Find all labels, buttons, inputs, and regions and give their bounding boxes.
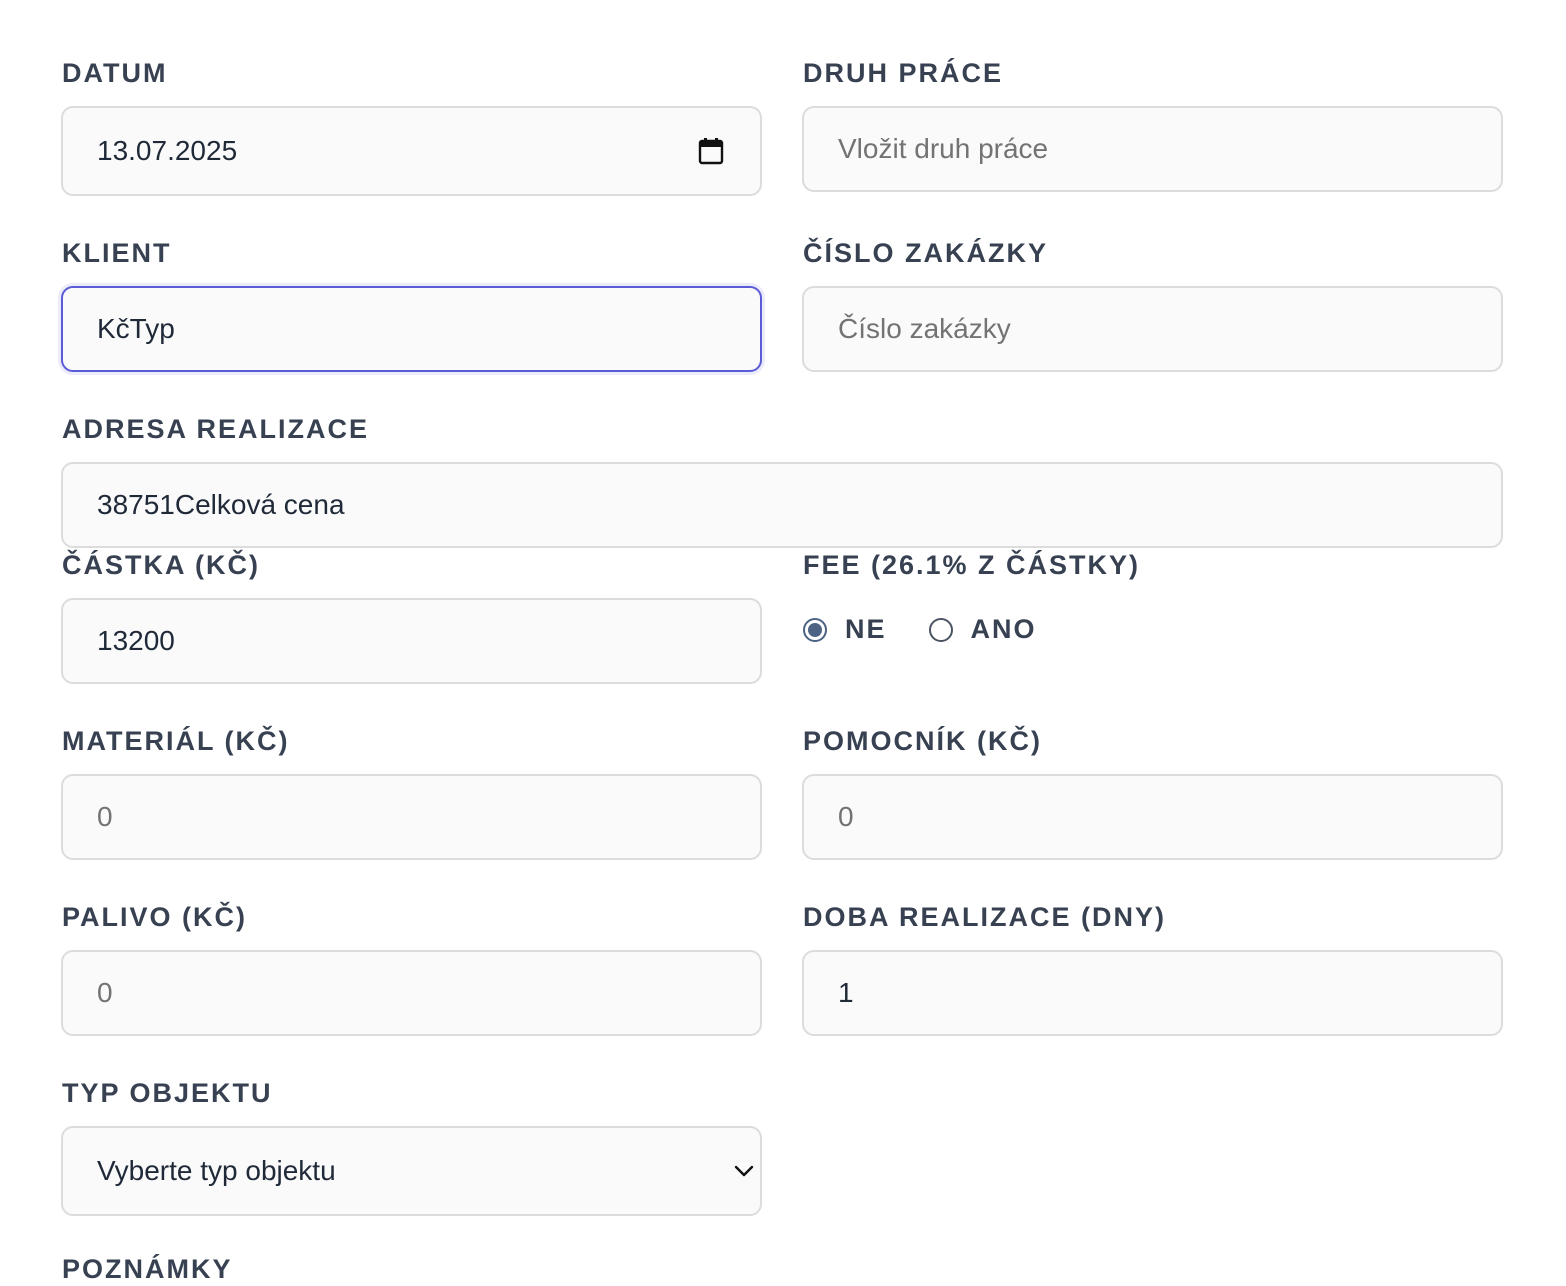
doba-realizace-value: 1 xyxy=(838,977,854,1008)
datum-label: DATUM xyxy=(62,58,168,88)
cislo-zakazky-placeholder: Číslo zakázky xyxy=(838,313,1011,344)
typ-objektu-select[interactable]: Vyberte typ objektu xyxy=(61,1126,762,1216)
datum-input[interactable]: 13.07.2025 xyxy=(61,106,762,196)
poznamky-label: POZNÁMKY xyxy=(62,1254,233,1284)
castka-label: ČÁSTKA (KČ) xyxy=(62,550,260,580)
typ-objektu-label: TYP OBJEKTU xyxy=(62,1078,273,1108)
palivo-input[interactable]: 0 xyxy=(61,950,762,1036)
palivo-label: PALIVO (KČ) xyxy=(62,902,247,932)
pomocnik-input[interactable]: 0 xyxy=(802,774,1503,860)
material-label: MATERIÁL (KČ) xyxy=(62,726,290,756)
fee-radio-group: NE ANO xyxy=(803,614,1079,645)
fee-option-ano-label[interactable]: ANO xyxy=(971,614,1037,645)
palivo-placeholder: 0 xyxy=(97,977,113,1008)
doba-realizace-input[interactable]: 1 xyxy=(802,950,1503,1036)
klient-input[interactable]: KčTyp xyxy=(61,286,762,372)
pomocnik-placeholder: 0 xyxy=(838,801,854,832)
chevron-down-icon xyxy=(734,1165,754,1177)
klient-value: KčTyp xyxy=(97,313,175,344)
doba-realizace-label: DOBA REALIZACE (DNY) xyxy=(803,902,1166,932)
calendar-icon[interactable] xyxy=(698,137,724,165)
adresa-realizace-input[interactable]: 38751Celková cena xyxy=(61,462,1503,548)
adresa-realizace-label: ADRESA REALIZACE xyxy=(62,414,370,444)
typ-objektu-selected: Vyberte typ objektu xyxy=(97,1155,336,1186)
adresa-realizace-value: 38751Celková cena xyxy=(97,489,345,520)
castka-input[interactable]: 13200 xyxy=(61,598,762,684)
druh-prace-placeholder: Vložit druh práce xyxy=(838,133,1049,164)
druh-prace-label: DRUH PRÁCE xyxy=(803,58,1004,88)
material-input[interactable]: 0 xyxy=(61,774,762,860)
fee-radio-ne[interactable] xyxy=(803,617,827,642)
fee-radio-ano[interactable] xyxy=(928,617,953,642)
cislo-zakazky-input[interactable]: Číslo zakázky xyxy=(802,286,1503,372)
fee-label: FEE (26.1% Z ČÁSTKY) xyxy=(803,550,1141,580)
fee-option-ne-label[interactable]: NE xyxy=(845,614,887,645)
klient-label: KLIENT xyxy=(62,238,172,268)
cislo-zakazky-label: ČÍSLO ZAKÁZKY xyxy=(803,238,1048,268)
material-placeholder: 0 xyxy=(97,801,113,832)
druh-prace-input[interactable]: Vložit druh práce xyxy=(802,106,1503,192)
datum-value: 13.07.2025 xyxy=(97,135,238,166)
castka-value: 13200 xyxy=(97,625,175,656)
pomocnik-label: POMOCNÍK (KČ) xyxy=(803,726,1042,756)
